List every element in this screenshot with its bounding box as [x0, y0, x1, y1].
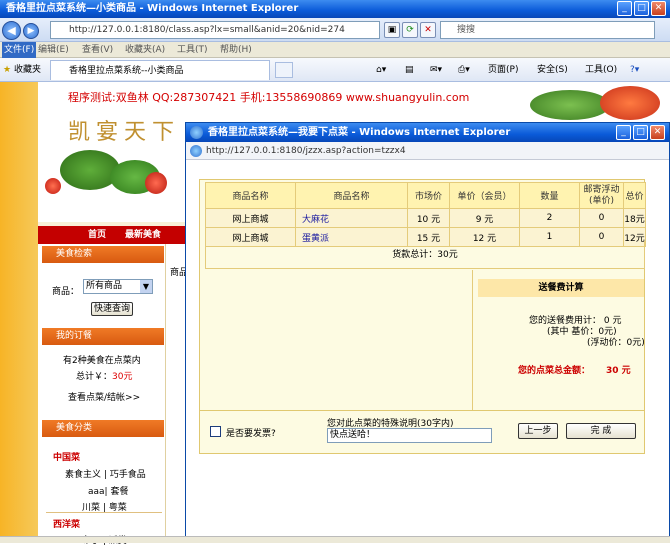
site-nav: 首页 最新美食 — [38, 226, 198, 244]
shipping-float: (浮动价：0元) — [587, 338, 645, 348]
cell-total: 18元 — [623, 208, 646, 228]
new-tab-button[interactable] — [275, 62, 293, 78]
tomato-image — [145, 172, 167, 194]
safety-menu[interactable]: 安全(S) — [537, 63, 568, 77]
address-bar[interactable]: http://127.0.0.1:8180/class.asp?lx=small… — [50, 21, 380, 39]
vegetable-image — [600, 86, 660, 120]
invoice-checkbox[interactable] — [210, 426, 221, 437]
column-header: 总价 — [623, 182, 646, 209]
mail-icon[interactable]: ✉▾ — [430, 63, 442, 77]
feeds-icon[interactable]: ▤ — [405, 63, 414, 77]
product-select[interactable]: 所有商品 ▼ — [83, 279, 153, 294]
search-input[interactable]: 搜搜 — [440, 21, 655, 39]
popup-maximize-icon[interactable]: □ — [633, 125, 648, 140]
category-row[interactable]: aaa| 套餐 — [88, 484, 128, 497]
grand-total-value: 30 元 — [606, 366, 631, 376]
product-select-value: 所有商品 — [86, 281, 123, 291]
status-bar — [0, 536, 670, 543]
category-row[interactable]: 素食主义 | 巧手食品 — [65, 467, 146, 480]
menu-help[interactable]: 帮助(H) — [220, 42, 252, 58]
minimize-icon[interactable]: _ — [617, 1, 632, 16]
order-count: 有2种美食在点菜内 — [63, 356, 141, 366]
decorative-strip — [0, 82, 38, 543]
invoice-label: 是否要发票? — [226, 429, 276, 439]
column-header: 商品名称 — [205, 182, 296, 209]
table-header-row: 商品名称 商品名称 市场价 单价（会员） 数量 邮寄浮动(单价) 总价 — [205, 182, 646, 209]
order-table: 商品名称 商品名称 市场价 单价（会员） 数量 邮寄浮动(单价) 总价 网上商城… — [205, 182, 646, 247]
category-group-western[interactable]: 西洋菜 — [53, 517, 80, 530]
popup-minimize-icon[interactable]: _ — [616, 125, 631, 140]
maximize-icon[interactable]: □ — [634, 1, 649, 16]
cell-shipping: 0 — [579, 208, 624, 228]
browser-window: 香格里拉点菜系统—小类商品 - Windows Internet Explore… — [0, 0, 670, 546]
column-header: 邮寄浮动(单价) — [579, 182, 624, 209]
prev-step-button[interactable]: 上一步 — [518, 423, 558, 439]
nav-home[interactable]: 首页 — [88, 226, 106, 244]
menu-file[interactable]: 文件(F) — [2, 42, 37, 58]
nav-latest[interactable]: 最新美食 — [125, 226, 161, 244]
home-icon[interactable]: ⌂▾ — [376, 63, 386, 77]
tools-menu[interactable]: 工具(O) — [585, 63, 617, 77]
search-section-head: 美食检索 — [42, 246, 164, 263]
quick-search-button[interactable]: 快速查询 — [91, 302, 133, 316]
order-section-head: 我的订餐 — [42, 328, 164, 345]
back-icon[interactable]: ◀ — [2, 21, 21, 40]
tab-title: 香格里拉点菜系统--小类商品 — [69, 66, 184, 76]
site-logo: 凯宴天下 — [68, 120, 181, 145]
forward-icon[interactable]: ▶ — [23, 23, 39, 39]
address-toolbar: ◀ ▶ http://127.0.0.1:8180/class.asp?lx=s… — [0, 18, 670, 42]
menu-bar: 文件(F) 编辑(E) 查看(V) 收藏夹(A) 工具(T) 帮助(H) — [0, 42, 670, 58]
cell-quantity: 2 — [519, 208, 580, 228]
column-header: 商品名称 — [295, 182, 408, 209]
grand-total-label: 您的点菜总金额： — [518, 366, 591, 376]
shipping-head: 送餐费计算 — [478, 279, 644, 297]
divider — [472, 270, 473, 410]
chevron-down-icon[interactable]: ▼ — [140, 280, 152, 293]
divider — [46, 512, 162, 513]
order-total: 总计￥：30元 — [76, 369, 132, 382]
favorites-bar: ★ 收藏夹 香格里拉点菜系统--小类商品 ⌂▾ ▤ ✉▾ ⎙▾ 页面(P) 安全… — [0, 58, 670, 82]
column-header: 单价（会员） — [449, 182, 520, 209]
table-row: 网上商城 大麻花 10 元 9 元 2 0 18元 — [205, 208, 646, 228]
tomato-image — [45, 178, 61, 194]
cell-store: 网上商城 — [205, 208, 296, 228]
menu-edit[interactable]: 编辑(E) — [38, 42, 69, 58]
menu-view[interactable]: 查看(V) — [82, 42, 113, 58]
column-header: 数量 — [519, 182, 580, 209]
goods-total: 货款总计：30元 — [205, 241, 645, 269]
star-icon[interactable]: ★ — [3, 63, 11, 77]
page-icon — [190, 145, 202, 157]
popup-address[interactable]: http://127.0.0.1:8180/jzzx.asp?action=tz… — [186, 142, 669, 160]
cell-member-price: 9 元 — [449, 208, 520, 228]
category-section-head: 美食分类 — [42, 420, 164, 437]
contact-line: 程序测试:双鱼林 QQ:287307421 手机:13558690869 www… — [68, 91, 470, 104]
order-total-label: 总计￥： — [76, 372, 113, 382]
stop-icon[interactable]: ✕ — [420, 22, 436, 38]
print-icon[interactable]: ⎙▾ — [458, 63, 470, 77]
cell-market-price: 10 元 — [407, 208, 450, 228]
note-input[interactable]: 快点送哈！ — [327, 428, 492, 443]
ie-icon — [190, 126, 203, 139]
finish-button[interactable]: 完 成 — [566, 423, 636, 439]
page-menu[interactable]: 页面(P) — [488, 63, 518, 77]
help-icon[interactable]: ?▾ — [630, 63, 639, 77]
category-group-chinese[interactable]: 中国菜 — [53, 450, 80, 463]
order-total-value: 30元 — [112, 372, 133, 382]
popup-title: 香格里拉点菜系统—我要下点菜 - Windows Internet Explor… — [186, 123, 669, 142]
favorites-button[interactable]: 收藏夹 — [14, 63, 41, 77]
tab-current[interactable]: 香格里拉点菜系统--小类商品 — [50, 60, 270, 80]
cell-product[interactable]: 大麻花 — [295, 208, 408, 228]
compat-view-icon[interactable]: ▣ — [384, 22, 400, 38]
menu-favorites[interactable]: 收藏夹(A) — [125, 42, 165, 58]
vegetable-image — [530, 90, 610, 120]
column-header: 市场价 — [407, 182, 450, 209]
close-icon[interactable]: ✕ — [651, 1, 666, 16]
menu-tools[interactable]: 工具(T) — [177, 42, 208, 58]
view-cart-link[interactable]: 查看点菜/结帐>> — [68, 390, 140, 403]
product-label: 商品： — [52, 287, 80, 297]
refresh-icon[interactable]: ⟳ — [402, 22, 418, 38]
window-title: 香格里拉点菜系统—小类商品 - Windows Internet Explore… — [0, 0, 670, 18]
popup-close-icon[interactable]: ✕ — [650, 125, 665, 140]
